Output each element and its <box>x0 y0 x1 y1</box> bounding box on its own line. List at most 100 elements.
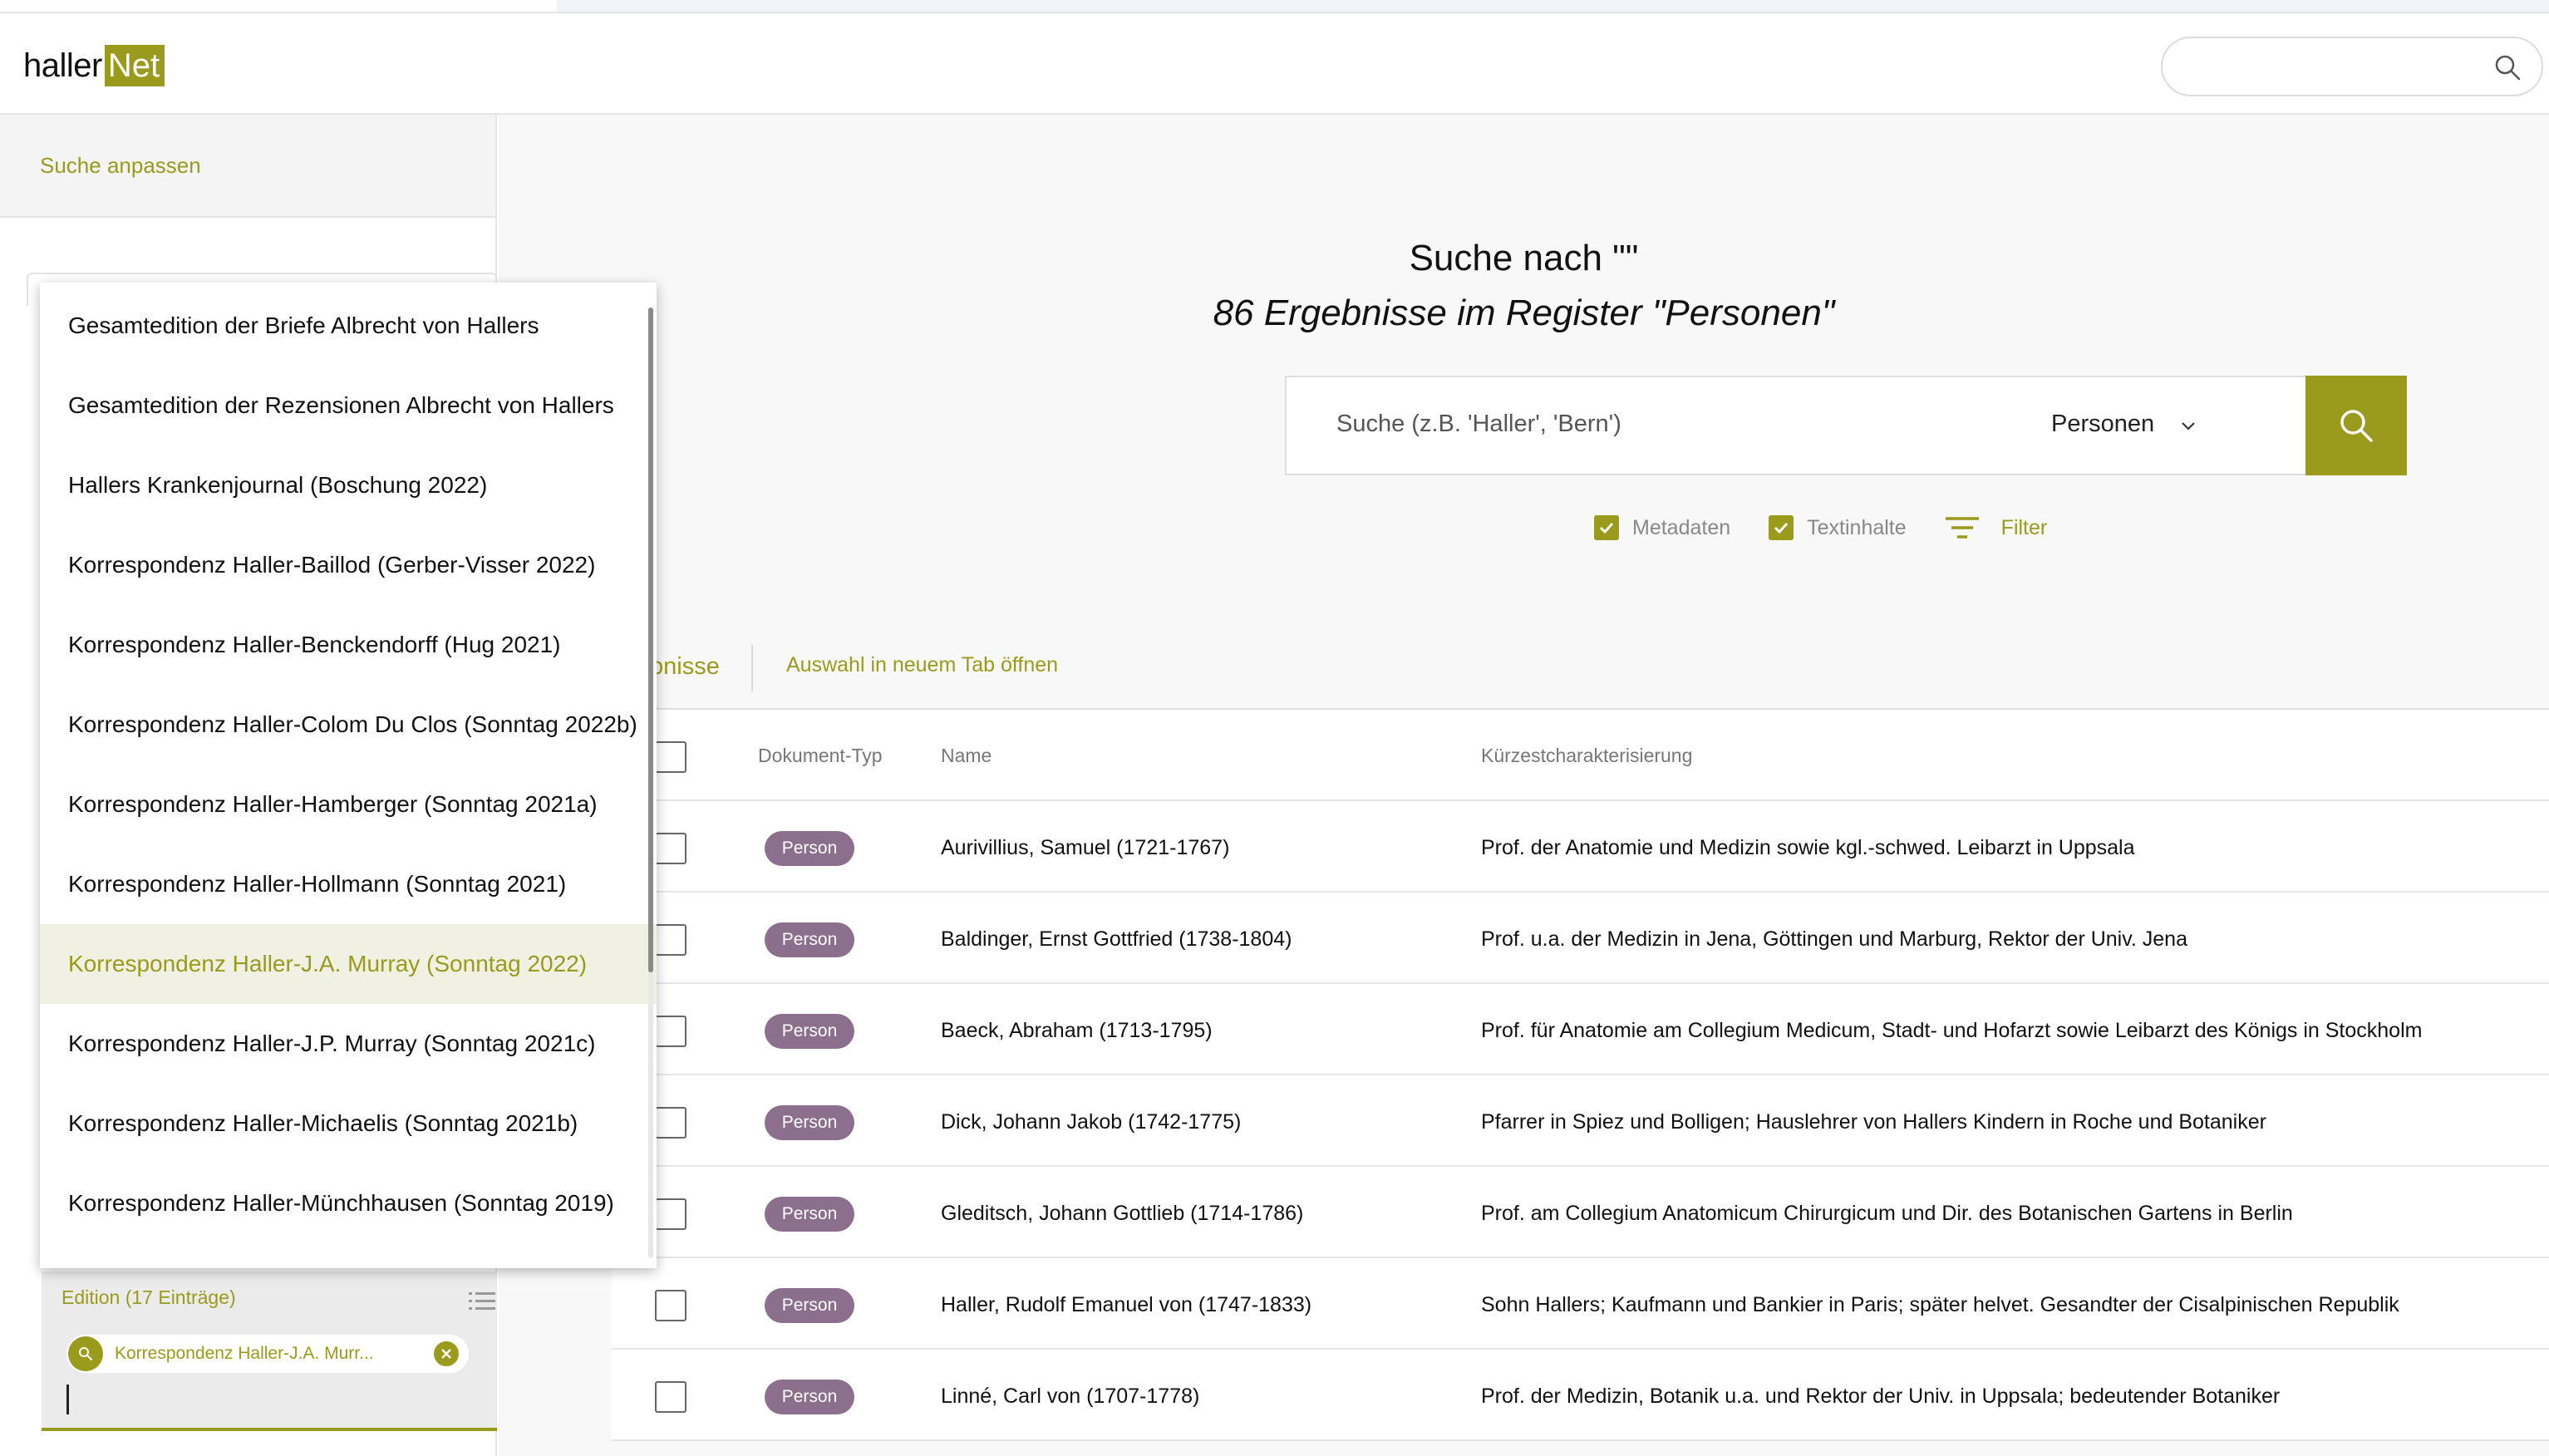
document-type-badge: Person <box>765 1380 854 1414</box>
dropdown-scrollbar-thumb[interactable] <box>648 307 653 972</box>
person-description: Pfarrer in Spiez und Bolligen; Hauslehre… <box>1481 1110 2266 1134</box>
logo-part1: haller <box>23 47 102 84</box>
person-name[interactable]: Haller, Rudolf Emanuel von (1747-1833) <box>941 1293 1311 1317</box>
check-icon <box>1774 522 1789 534</box>
edition-filter-field[interactable]: Edition (17 Einträge) Korrespondenz Hall… <box>42 1272 497 1431</box>
dropdown-option-active[interactable]: Korrespondenz Haller-J.A. Murray (Sonnta… <box>40 924 657 1004</box>
person-name[interactable]: Dick, Johann Jakob (1742-1775) <box>941 1110 1241 1134</box>
row-checkbox[interactable] <box>655 1290 686 1321</box>
text-cursor <box>66 1385 69 1414</box>
person-description: Prof. der Anatomie und Medizin sowie kgl… <box>1481 836 2135 859</box>
result-count-title: 86 Ergebnisse im Register "Personen" <box>1213 293 1835 333</box>
document-type-badge: Person <box>765 922 854 957</box>
table-row[interactable]: Person Baldinger, Ernst Gottfried (1738-… <box>612 893 2549 984</box>
dropdown-option[interactable]: Korrespondenz Haller-J.P. Murray (Sonnta… <box>40 1004 657 1084</box>
table-row[interactable]: Person Gleditsch, Johann Gottlieb (1714-… <box>612 1167 2549 1258</box>
edition-dropdown-menu: Gesamtedition der Briefe Albrecht von Ha… <box>40 283 657 1268</box>
person-name[interactable]: Baeck, Abraham (1713-1795) <box>941 1019 1213 1043</box>
dropdown-option[interactable]: Hallers Krankenjournal (Boschung 2022) <box>40 445 657 525</box>
hallernet-logo[interactable]: haller Net <box>23 45 165 86</box>
chevron-down-icon[interactable] <box>2177 416 2199 437</box>
column-header-description[interactable]: Kürzestcharakterisierung <box>1481 745 1692 767</box>
person-description: Prof. am Collegium Anatomicum Chirurgicu… <box>1481 1202 2293 1225</box>
chip-search-icon <box>68 1336 103 1371</box>
select-all-checkbox[interactable] <box>655 741 686 773</box>
search-icon <box>79 1347 92 1360</box>
open-selection-new-tab[interactable]: Auswahl in neuem Tab öffnen <box>786 653 1058 677</box>
textinhalte-label: Textinhalte <box>1807 515 1907 539</box>
dropdown-option[interactable]: Korrespondenz Haller-Benckendorff (Hug 2… <box>40 605 657 685</box>
table-row[interactable]: Person Dick, Johann Jakob (1742-1775) Pf… <box>612 1075 2549 1167</box>
tab-divider <box>751 645 753 691</box>
register-select[interactable]: Personen <box>2051 411 2154 438</box>
row-checkbox[interactable] <box>655 1198 686 1230</box>
person-name[interactable]: Baldinger, Ernst Gottfried (1738-1804) <box>941 927 1292 952</box>
document-type-badge: Person <box>765 831 854 866</box>
browser-top-strip <box>0 0 2549 13</box>
logo-part2: Net <box>104 45 165 86</box>
search-icon <box>2340 410 2373 442</box>
chip-label: Korrespondenz Haller-J.A. Murr... <box>115 1344 374 1363</box>
metadaten-checkbox[interactable] <box>1594 515 1619 540</box>
check-icon <box>1599 522 1614 534</box>
textinhalte-option[interactable]: Textinhalte <box>1769 515 1907 540</box>
person-description: Prof. für Anatomie am Collegium Medicum,… <box>1481 1019 2423 1042</box>
dropdown-option[interactable]: Korrespondenz Haller-Baillod (Gerber-Vis… <box>40 525 657 605</box>
table-row[interactable]: Person Linné, Carl von (1707-1778) Prof.… <box>612 1350 2549 1441</box>
site-header: haller Net <box>0 15 2549 115</box>
tab-results[interactable]: bnisse <box>650 653 720 681</box>
dropdown-option[interactable]: Gesamtedition der Briefe Albrecht von Ha… <box>40 286 657 366</box>
row-checkbox[interactable] <box>655 833 686 864</box>
close-icon[interactable] <box>434 1341 459 1366</box>
results-table: Dokument-Typ Name Kürzestcharakterisieru… <box>612 710 2549 1441</box>
row-checkbox[interactable] <box>655 1107 686 1139</box>
column-header-type[interactable]: Dokument-Typ <box>758 745 883 767</box>
dropdown-option[interactable]: Korrespondenz Haller-Hollmann (Sonntag 2… <box>40 844 657 924</box>
sidebar-heading[interactable]: Suche anpassen <box>0 115 495 218</box>
dropdown-option[interactable]: Korrespondenz Haller-Hamberger (Sonntag … <box>40 765 657 844</box>
person-name[interactable]: Linné, Carl von (1707-1778) <box>941 1385 1199 1409</box>
textinhalte-checkbox[interactable] <box>1769 515 1794 540</box>
search-title: Suche nach "" <box>1409 238 1639 278</box>
dropdown-option[interactable]: Korrespondenz Haller-Münchhausen (Sonnta… <box>40 1163 657 1243</box>
document-type-badge: Person <box>765 1014 854 1049</box>
filter-icon <box>1945 517 1979 539</box>
table-row[interactable]: Person Aurivillius, Samuel (1721-1767) P… <box>612 801 2549 893</box>
results-tabs: bnisse Auswahl in neuem Tab öffnen <box>499 623 2549 710</box>
search-bar: Suche (z.B. 'Haller', 'Bern') Personen <box>1285 376 2407 475</box>
person-name[interactable]: Aurivillius, Samuel (1721-1767) <box>941 836 1229 860</box>
table-row[interactable]: Person Haller, Rudolf Emanuel von (1747-… <box>612 1258 2549 1350</box>
filter-button[interactable]: Filter <box>1945 515 2048 540</box>
person-description: Sohn Hallers; Kaufmann und Bankier in Pa… <box>1481 1293 2399 1316</box>
person-description: Prof. u.a. der Medizin in Jena, Göttinge… <box>1481 927 2187 951</box>
filter-label: Filter <box>2000 515 2048 539</box>
dropdown-option[interactable]: Gesamtedition der Rezensionen Albrecht v… <box>40 366 657 445</box>
table-header-row: Dokument-Typ Name Kürzestcharakterisieru… <box>612 710 2549 801</box>
search-button[interactable] <box>2305 376 2407 475</box>
top-tab-area <box>557 0 2549 12</box>
metadaten-option[interactable]: Metadaten <box>1594 515 1730 540</box>
dropdown-option[interactable]: Korrespondenz Haller-Colom Du Clos (Sonn… <box>40 685 657 765</box>
search-icon[interactable] <box>2493 53 2522 81</box>
person-name[interactable]: Gleditsch, Johann Gottlieb (1714-1786) <box>941 1202 1303 1226</box>
x-icon <box>441 1349 451 1359</box>
edition-label: Edition (17 Einträge) <box>62 1286 236 1308</box>
dropdown-option[interactable]: Korrespondenz Haller-Michaelis (Sonntag … <box>40 1084 657 1163</box>
global-search-input[interactable] <box>2161 37 2543 96</box>
person-description: Prof. der Medizin, Botanik u.a. und Rekt… <box>1481 1385 2281 1408</box>
metadaten-label: Metadaten <box>1632 515 1731 539</box>
row-checkbox[interactable] <box>655 1016 686 1047</box>
document-type-badge: Person <box>765 1197 854 1232</box>
search-input[interactable]: Suche (z.B. 'Haller', 'Bern') <box>1336 411 1621 438</box>
dropdown-scrollbar[interactable] <box>648 307 653 1258</box>
table-row[interactable]: Person Baeck, Abraham (1713-1795) Prof. … <box>612 984 2549 1075</box>
search-options: Metadaten Textinhalte Filter <box>1594 515 2047 540</box>
column-header-name[interactable]: Name <box>941 745 992 767</box>
row-checkbox[interactable] <box>655 1381 686 1413</box>
row-checkbox[interactable] <box>655 924 686 956</box>
main-content: Suche nach "" 86 Ergebnisse im Register … <box>499 115 2549 1456</box>
document-type-badge: Person <box>765 1105 854 1140</box>
list-icon[interactable] <box>467 1288 497 1315</box>
selected-edition-chip[interactable]: Korrespondenz Haller-J.A. Murr... <box>66 1335 469 1373</box>
document-type-badge: Person <box>765 1288 854 1323</box>
